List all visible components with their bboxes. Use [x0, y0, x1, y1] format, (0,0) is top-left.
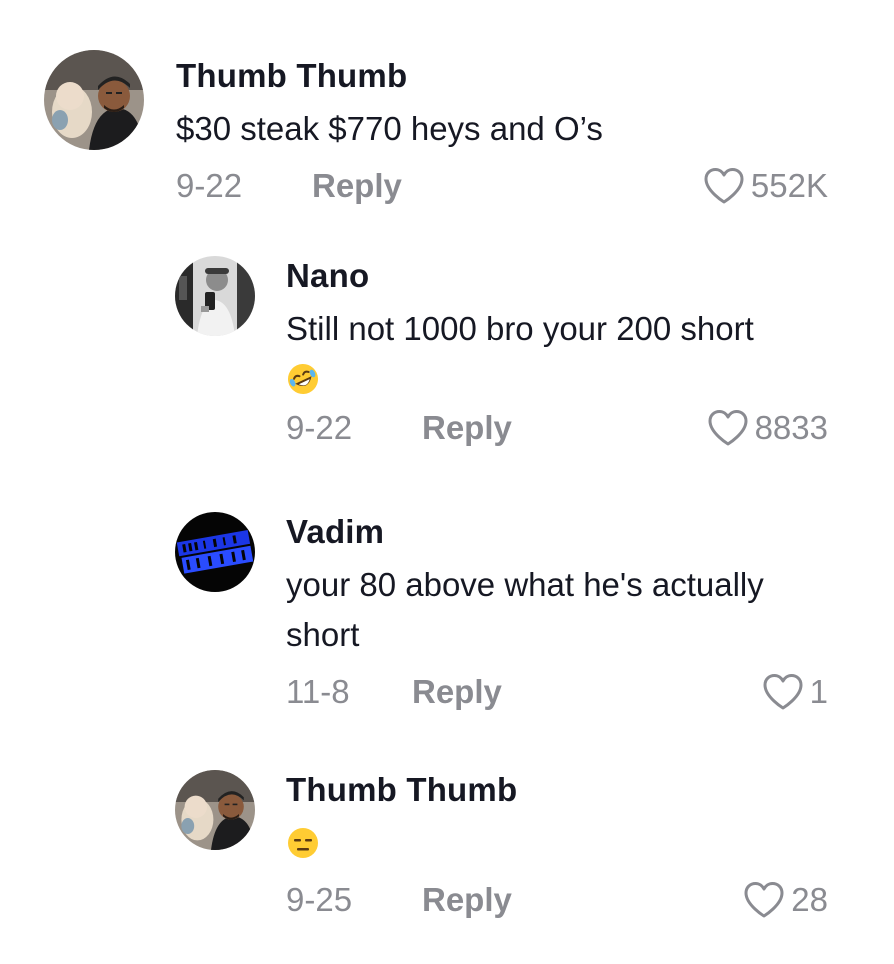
avatar[interactable] — [44, 50, 144, 150]
username[interactable]: Thumb Thumb — [176, 56, 828, 96]
comment-date: 11-8 — [286, 673, 350, 710]
reply-button[interactable]: Reply — [312, 164, 402, 208]
like-button[interactable]: 1 — [762, 670, 828, 714]
comment-meta: 9-22 Reply 552K — [176, 164, 828, 208]
reply-button[interactable]: Reply — [422, 878, 512, 922]
heart-icon — [704, 168, 744, 204]
reply-button[interactable]: Reply — [422, 406, 512, 450]
avatar[interactable] — [175, 512, 255, 592]
comment-meta: 9-22 Reply 8833 — [286, 406, 828, 450]
like-count: 28 — [791, 881, 828, 918]
comment-date: 9-22 — [286, 409, 353, 446]
avatar-photo — [44, 50, 144, 150]
rolling-on-floor-laughing-icon — [288, 364, 318, 394]
not-of-this-earth-logo-icon — [175, 512, 255, 592]
like-count: 8833 — [754, 409, 828, 446]
username[interactable]: Vadim — [286, 512, 828, 552]
expressionless-face-icon — [288, 828, 318, 858]
avatar[interactable] — [175, 770, 255, 850]
username[interactable]: Thumb Thumb — [286, 770, 828, 810]
avatar-photo — [175, 770, 255, 850]
comment-date: 9-22 — [176, 167, 243, 204]
comment-text: your 80 above what he's actually short — [286, 566, 764, 653]
heart-icon — [744, 882, 784, 918]
comment-text: Still not 1000 bro your 200 short — [286, 310, 754, 347]
heart-icon — [708, 410, 748, 446]
avatar[interactable] — [175, 256, 255, 336]
like-button[interactable]: 8833 — [707, 406, 828, 450]
like-button[interactable]: 28 — [743, 878, 828, 922]
comment-meta: 11-8 Reply 1 — [286, 670, 828, 714]
like-count: 1 — [809, 673, 828, 710]
comment-date: 9-25 — [286, 881, 353, 918]
like-count: 552K — [750, 167, 828, 204]
reply-button[interactable]: Reply — [412, 670, 502, 714]
comment-meta: 9-25 Reply 28 — [286, 878, 828, 922]
comment-text: $30 steak $770 heys and O’s — [176, 110, 603, 147]
heart-icon — [763, 674, 803, 710]
avatar-photo — [175, 256, 255, 336]
username[interactable]: Nano — [286, 256, 828, 296]
like-button[interactable]: 552K — [703, 164, 828, 208]
